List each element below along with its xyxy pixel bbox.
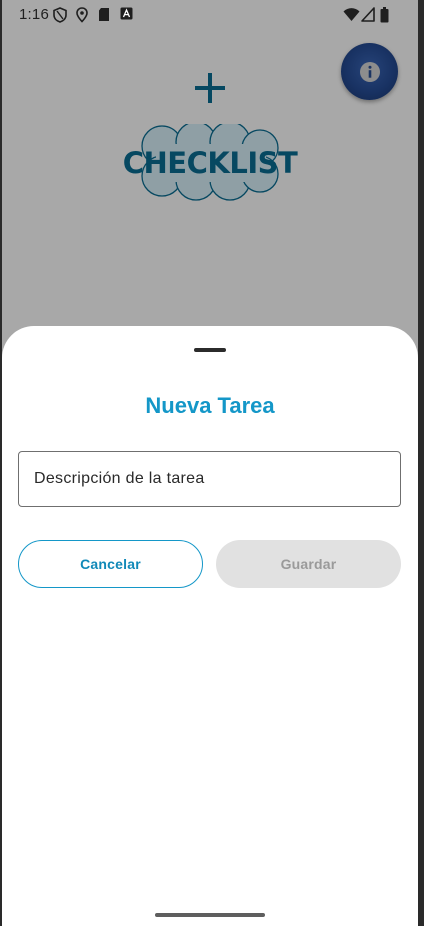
save-button[interactable]: Guardar: [216, 540, 401, 588]
location-icon: [76, 7, 88, 23]
status-bar: 1:16: [2, 0, 418, 30]
save-button-label: Guardar: [280, 556, 337, 572]
device-screen: CHECKLIST 1:16 Nueva Tarea Descripción d…: [2, 0, 418, 926]
sd-card-icon: [99, 8, 109, 21]
app-icon: [120, 7, 133, 20]
cancel-button[interactable]: Cancelar: [18, 540, 203, 588]
drag-handle[interactable]: [194, 348, 226, 352]
new-task-bottom-sheet: Nueva Tarea Cancelar Guardar: [2, 326, 418, 926]
wifi-icon: [343, 8, 360, 21]
status-time: 1:16: [19, 6, 49, 23]
gesture-nav-bar[interactable]: [155, 913, 265, 917]
cancel-button-label: Cancelar: [80, 556, 141, 572]
shield-icon: [53, 7, 67, 23]
sheet-title: Nueva Tarea: [145, 393, 275, 418]
signal-icon: [361, 7, 375, 22]
task-description-input[interactable]: [18, 451, 401, 507]
battery-icon: [380, 7, 389, 23]
